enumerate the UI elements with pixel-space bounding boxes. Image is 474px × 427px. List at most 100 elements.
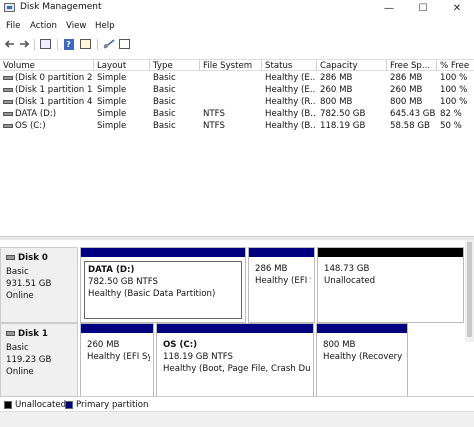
settings-icon[interactable] — [118, 38, 131, 50]
volume-type: Basic — [153, 121, 176, 131]
partition-size: 286 MB — [255, 264, 288, 274]
volume-status: Healthy (B... — [265, 121, 316, 131]
window-title: Disk Management — [20, 2, 102, 12]
volume-free-space: 286 MB — [390, 73, 423, 83]
volume-type: Basic — [153, 85, 176, 95]
volume-layout: Simple — [97, 97, 127, 107]
scrollbar-thumb[interactable] — [467, 242, 472, 337]
volume-free-space: 645.43 GB — [390, 109, 436, 119]
drive-icon — [3, 88, 13, 92]
volume-type: Basic — [153, 97, 176, 107]
volume-row[interactable]: (Disk 1 partition 1) Simple Basic Health… — [0, 84, 474, 96]
disk-name: Disk 0 — [18, 253, 48, 263]
volume-status: Healthy (R... — [265, 97, 316, 107]
minimize-button[interactable]: — — [372, 0, 406, 16]
unallocated-swatch — [4, 401, 12, 409]
column-divider[interactable] — [261, 60, 262, 71]
volume-name: (Disk 1 partition 4) — [15, 97, 93, 107]
volume-free-space: 58.58 GB — [390, 121, 430, 131]
back-arrow-icon[interactable] — [3, 38, 16, 50]
connect-icon[interactable] — [102, 38, 115, 50]
partition-status: Healthy (Recovery Pa — [323, 352, 404, 362]
close-button[interactable]: ✕ — [440, 0, 474, 16]
volume-layout: Simple — [97, 121, 127, 131]
disk-state: Online — [6, 291, 34, 301]
menu-bar: File Action View Help — [0, 19, 474, 35]
partition-recovery[interactable]: 800 MB Healthy (Recovery Pa — [316, 323, 408, 399]
help-icon[interactable]: ? — [62, 38, 75, 50]
column-percent-free[interactable]: % Free — [440, 61, 469, 71]
disk-size: 931.51 GB — [6, 279, 52, 289]
volume-row[interactable]: (Disk 1 partition 4) Simple Basic Health… — [0, 96, 474, 108]
column-divider[interactable] — [386, 60, 387, 71]
volume-file-system: NTFS — [203, 121, 225, 131]
column-divider[interactable] — [199, 60, 200, 71]
volume-type: Basic — [153, 73, 176, 83]
vertical-scrollbar[interactable] — [465, 240, 474, 342]
volume-row[interactable]: OS (C:) Simple Basic NTFS Healthy (B... … — [0, 120, 474, 132]
volume-percent-free: 100 % — [440, 85, 468, 95]
partition-unallocated[interactable]: 148.73 GB Unallocated — [317, 247, 464, 323]
maximize-button[interactable]: ☐ — [406, 0, 440, 16]
menu-help[interactable]: Help — [95, 21, 115, 31]
partition-status: Healthy (EFI Syst — [87, 352, 150, 362]
column-status[interactable]: Status — [265, 61, 292, 71]
primary-partition-bar — [157, 324, 313, 333]
partition-size: 148.73 GB — [324, 264, 370, 274]
drive-icon — [3, 100, 13, 104]
disk-0-label[interactable]: Disk 0 Basic 931.51 GB Online — [0, 247, 78, 323]
disk-state: Online — [6, 367, 34, 377]
disk-graphical-view: Disk 0 Basic 931.51 GB Online DATA (D:) … — [0, 240, 474, 399]
volume-percent-free: 50 % — [440, 121, 462, 131]
disk-icon — [6, 331, 15, 336]
volume-name: (Disk 0 partition 2) — [15, 73, 93, 83]
column-volume[interactable]: Volume — [3, 61, 35, 71]
volume-list-header: Volume Layout Type File System Status Ca… — [0, 59, 474, 71]
partition-status: Healthy (Boot, Page File, Crash Dump, — [163, 364, 310, 374]
forward-arrow-icon[interactable] — [18, 38, 31, 50]
volume-row[interactable]: DATA (D:) Simple Basic NTFS Healthy (B..… — [0, 108, 474, 120]
volume-status: Healthy (E... — [265, 85, 316, 95]
partition-os-c[interactable]: OS (C:) 118.19 GB NTFS Healthy (Boot, Pa… — [156, 323, 314, 399]
drive-icon — [3, 124, 13, 128]
menu-action[interactable]: Action — [30, 21, 57, 31]
properties-icon[interactable] — [79, 38, 92, 50]
toolbar-separator — [34, 39, 35, 50]
volume-layout: Simple — [97, 73, 127, 83]
column-divider[interactable] — [316, 60, 317, 71]
volume-row[interactable]: (Disk 0 partition 2) Simple Basic Health… — [0, 72, 474, 84]
column-file-system[interactable]: File System — [203, 61, 252, 71]
column-free-space[interactable]: Free Sp... — [390, 61, 430, 71]
disk-type: Basic — [6, 343, 29, 353]
partition-size: 260 MB — [87, 340, 120, 350]
volume-percent-free: 100 % — [440, 97, 468, 107]
disk-1-label[interactable]: Disk 1 Basic 119.23 GB Online — [0, 323, 78, 399]
menu-view[interactable]: View — [66, 21, 86, 31]
volume-layout: Simple — [97, 109, 127, 119]
menu-file[interactable]: File — [6, 21, 20, 31]
column-type[interactable]: Type — [153, 61, 173, 71]
volume-layout: Simple — [97, 85, 127, 95]
primary-partition-swatch — [65, 401, 73, 409]
legend-primary-label: Primary partition — [76, 400, 149, 410]
column-divider[interactable] — [149, 60, 150, 71]
partition-status: Unallocated — [324, 276, 376, 286]
partition-name: OS (C:) — [163, 340, 198, 350]
column-capacity[interactable]: Capacity — [320, 61, 358, 71]
primary-partition-bar — [81, 248, 245, 257]
volume-free-space: 260 MB — [390, 85, 423, 95]
column-divider[interactable] — [436, 60, 437, 71]
partition-size: 782.50 GB NTFS — [88, 277, 159, 287]
disk-size: 119.23 GB — [6, 355, 52, 365]
volume-status: Healthy (B... — [265, 109, 316, 119]
partition-status: Healthy (Basic Data Partition) — [88, 289, 216, 299]
toolbar: ? — [0, 36, 474, 53]
partition-efi-disk0[interactable]: 286 MB Healthy (EFI Sy — [248, 247, 315, 323]
console-tree-icon[interactable] — [39, 38, 52, 50]
column-divider[interactable] — [93, 60, 94, 71]
partition-data-d[interactable]: DATA (D:) 782.50 GB NTFS Healthy (Basic … — [80, 247, 246, 323]
partition-name: DATA (D:) — [88, 265, 135, 275]
partition-status: Healthy (EFI Sy — [255, 276, 311, 286]
partition-efi-disk1[interactable]: 260 MB Healthy (EFI Syst — [80, 323, 154, 399]
column-layout[interactable]: Layout — [97, 61, 126, 71]
